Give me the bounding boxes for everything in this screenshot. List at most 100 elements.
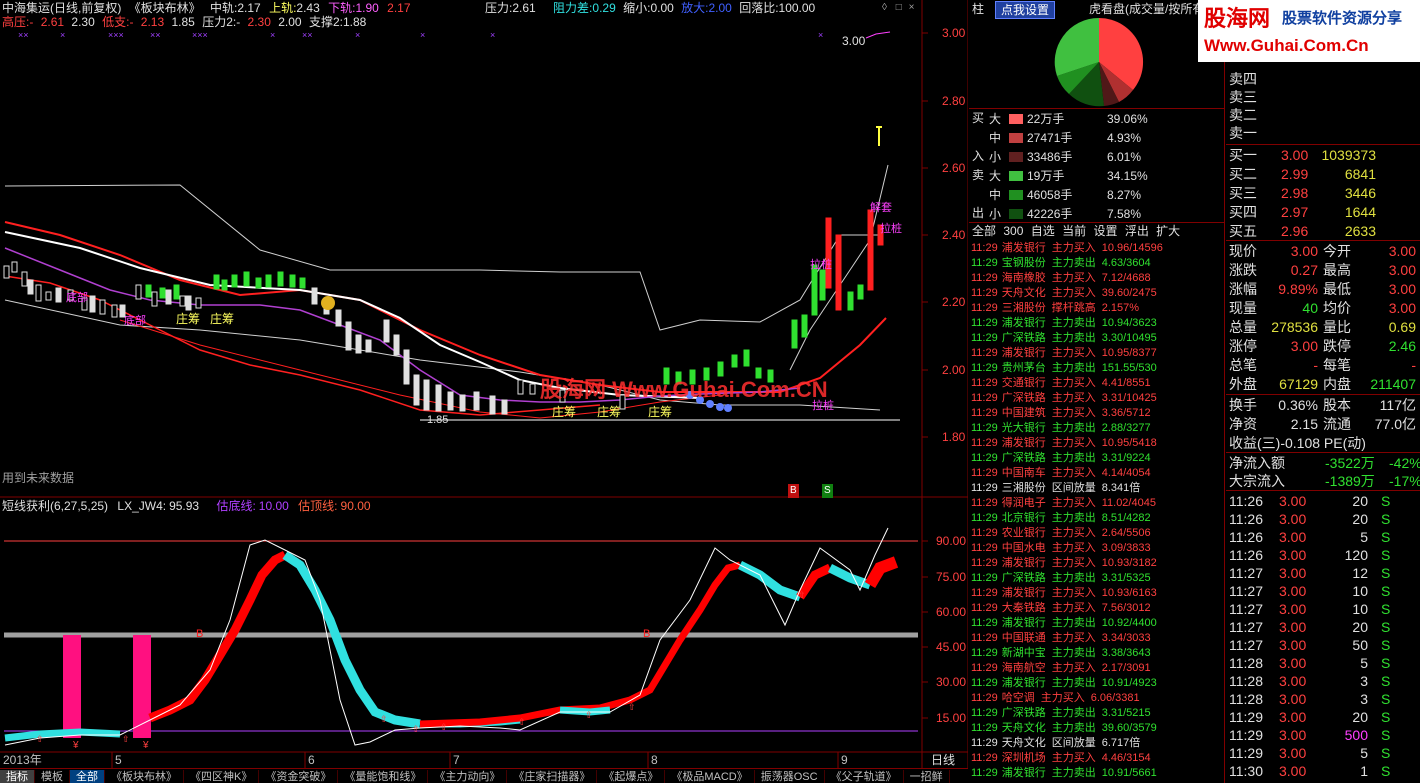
top-line-label: 估顶线: (298, 499, 338, 513)
tick-row[interactable]: 11:26 3.00 120 S (1229, 546, 1420, 564)
ticker-row[interactable]: 11:29 浦发银行 主力买入 10.93/6163 (971, 586, 1157, 600)
ticker-row[interactable]: 11:29 哈空调 主力买入 6.06/3381 (971, 691, 1140, 705)
ticker-row[interactable]: 11:29 宝钢股份 主力卖出 4.63/3604 (971, 256, 1151, 270)
close-icon[interactable]: × (909, 2, 915, 13)
filter-current[interactable]: 当前 (1062, 224, 1086, 238)
ticker-row[interactable]: 11:29 贵州茅台 主力卖出 151.55/530 (971, 361, 1157, 375)
tab-trick[interactable]: 一招鲜 (904, 770, 950, 783)
ticker-row[interactable]: 11:29 新湖中宝 主力卖出 3.38/3643 (971, 646, 1151, 660)
ticker-row[interactable]: 11:29 海南航空 主力买入 2.17/3091 (971, 661, 1151, 675)
ticker-row[interactable]: 11:29 广深铁路 主力卖出 3.31/5215 (971, 706, 1151, 720)
filter-all[interactable]: 全部 (972, 224, 996, 238)
tick-time: 11:27 (1229, 565, 1263, 581)
tick-side: S (1381, 745, 1391, 761)
tab-main-force[interactable]: 《主力动向》 (428, 770, 508, 783)
tick-row[interactable]: 11:26 3.00 20 S (1229, 510, 1420, 528)
flow-volume: 33486手 (1027, 150, 1073, 164)
stat-value: 3.00 (1388, 300, 1416, 316)
period-label[interactable]: 日线 (931, 753, 955, 767)
ticker-event: 主力卖出 (1051, 317, 1096, 329)
tick-row[interactable]: 11:26 3.00 5 S (1229, 528, 1420, 546)
ticker-row[interactable]: 11:29 三湘股份 撑杆跳高 2.157% (971, 301, 1139, 315)
tick-row[interactable]: 11:28 3.00 5 S (1229, 654, 1420, 672)
tick-row[interactable]: 11:28 3.00 3 S (1229, 672, 1420, 690)
ticker-row[interactable]: 11:29 深圳机场 主力买入 4.46/3154 (971, 751, 1151, 765)
tab-orbit[interactable]: 《父子轨道》 (825, 770, 904, 783)
minimize-icon[interactable]: ◊ (882, 2, 887, 13)
tab-indicator[interactable]: 指标 (0, 770, 35, 783)
click-setting-button[interactable]: 点我设置 (995, 1, 1056, 19)
ticker-row[interactable]: 11:29 浦发银行 主力卖出 10.94/3623 (971, 316, 1157, 330)
filter-watchlist[interactable]: 自选 (1031, 224, 1055, 238)
filter-expand[interactable]: 扩大 (1156, 224, 1180, 238)
ticker-row[interactable]: 11:29 天舟文化 主力买入 39.60/2475 (971, 286, 1157, 300)
filter-settings[interactable]: 设置 (1093, 224, 1117, 238)
tick-volume: 20 (1352, 619, 1368, 635)
stat-label: 总笔 (1229, 357, 1257, 373)
tab-ignition[interactable]: 《起爆点》 (597, 770, 666, 783)
ticker-row[interactable]: 11:29 天舟文化 主力卖出 39.60/3579 (971, 721, 1157, 735)
bottom-line-label: 估底线: (216, 499, 256, 513)
tab-dealer-scan[interactable]: 《庄家扫描器》 (507, 770, 598, 783)
tick-row[interactable]: 11:27 3.00 20 S (1229, 618, 1420, 636)
tab-macd[interactable]: 《极品MACD》 (665, 770, 755, 783)
ticker-row[interactable]: 11:29 广深铁路 主力卖出 3.31/9224 (971, 451, 1151, 465)
ticker-row[interactable]: 11:29 大秦铁路 主力买入 7.56/3012 (971, 601, 1151, 615)
bar-toggle[interactable]: 柱 (972, 2, 984, 16)
tick-row[interactable]: 11:27 3.00 10 S (1229, 582, 1420, 600)
ticker-row[interactable]: 11:29 中国南车 主力买入 4.14/4054 (971, 466, 1151, 480)
tick-row[interactable]: 11:27 3.00 50 S (1229, 636, 1420, 654)
tick-row[interactable]: 11:28 3.00 3 S (1229, 690, 1420, 708)
ticker-row[interactable]: 11:29 浦发银行 主力卖出 10.91/5661 (971, 766, 1157, 780)
ticker-row[interactable]: 11:29 浦发银行 主力卖出 10.92/4400 (971, 616, 1157, 630)
ticker-row[interactable]: 11:29 三湘股份 区间放量 8.341倍 (971, 481, 1140, 495)
stat-label: 量比 (1323, 319, 1351, 335)
ticker-row[interactable]: 11:29 广深铁路 主力卖出 3.31/5325 (971, 571, 1151, 585)
ticker-event: 主力买入 (1051, 392, 1096, 404)
tab-template[interactable]: 模板 (35, 770, 70, 783)
maximize-icon[interactable]: □ (896, 2, 902, 13)
flow-volume: 22万手 (1027, 112, 1065, 126)
ticker-row[interactable]: 11:29 中国联通 主力买入 3.34/3033 (971, 631, 1151, 645)
stat-label: 股本 (1323, 397, 1351, 413)
tab-four-zone[interactable]: 《四区神K》 (184, 770, 260, 783)
tick-row[interactable]: 11:29 3.00 500 S (1229, 726, 1420, 744)
ticker-row[interactable]: 11:29 交通银行 主力买入 4.41/8551 (971, 376, 1151, 390)
ticker-row[interactable]: 11:29 北京银行 主力卖出 8.51/4282 (971, 511, 1151, 525)
ticker-row[interactable]: 11:29 得润电子 主力买入 11.02/4045 (971, 496, 1156, 510)
tab-osc[interactable]: 振荡器OSC (755, 770, 825, 783)
ticker-row[interactable]: 11:29 浦发银行 主力买入 10.95/8377 (971, 346, 1157, 360)
tab-all[interactable]: 全部 (70, 770, 105, 783)
tab-capital-break[interactable]: 《资金突破》 (259, 770, 339, 783)
ticker-row[interactable]: 11:29 中国建筑 主力买入 3.36/5712 (971, 406, 1151, 420)
ticker-stock: 广深铁路 (1001, 707, 1046, 719)
tick-row[interactable]: 11:30 3.00 1 S (1229, 762, 1420, 780)
ticker-row[interactable]: 11:29 天舟文化 区间放量 6.717倍 (971, 736, 1140, 750)
ticker-event: 主力卖出 (1051, 677, 1096, 689)
filter-300[interactable]: 300 (1003, 224, 1023, 238)
ticker-row[interactable]: 11:29 农业银行 主力买入 2.64/5506 (971, 526, 1151, 540)
chart-area[interactable]: 中海集运(日线,前复权) 《板块布林》 中轨:2.17 上轨:2.43 下轨:1… (0, 0, 968, 783)
ticker-row[interactable]: 11:29 广深铁路 主力买入 3.31/10425 (971, 391, 1157, 405)
big-in-label: 大宗流入 (1229, 473, 1285, 489)
ticker-row[interactable]: 11:29 浦发银行 主力买入 10.95/5418 (971, 436, 1157, 450)
tick-row[interactable]: 11:27 3.00 12 S (1229, 564, 1420, 582)
tab-volume-saturation[interactable]: 《量能饱和线》 (338, 770, 429, 783)
ticker-row[interactable]: 11:29 浦发银行 主力买入 10.96/14596 (971, 241, 1163, 255)
unlock-label: 解套 (870, 202, 892, 214)
tick-row[interactable]: 11:29 3.00 20 S (1229, 708, 1420, 726)
tick-row[interactable]: 11:29 3.00 5 S (1229, 744, 1420, 762)
ticker-row[interactable]: 11:29 中国水电 主力买入 3.09/3833 (971, 541, 1151, 555)
ticker-row[interactable]: 11:29 广深铁路 主力卖出 3.30/10495 (971, 331, 1157, 345)
ticker-row[interactable]: 11:29 海南橡胶 主力买入 7.12/4688 (971, 271, 1151, 285)
filter-float[interactable]: 浮出 (1125, 224, 1149, 238)
ticker-row[interactable]: 11:29 浦发银行 主力买入 10.93/3182 (971, 556, 1157, 570)
ticker-row[interactable]: 11:29 浦发银行 主力卖出 10.91/4923 (971, 676, 1157, 690)
bid-volume: 1644 (1344, 204, 1376, 220)
tick-row[interactable]: 11:26 3.00 20 S (1229, 492, 1420, 510)
top-line-value: 90.00 (340, 499, 371, 513)
ticker-row[interactable]: 11:29 光大银行 主力卖出 2.88/3277 (971, 421, 1151, 435)
ticker-stock: 北京银行 (1001, 512, 1046, 524)
tick-row[interactable]: 11:27 3.00 10 S (1229, 600, 1420, 618)
tab-board-bollinger[interactable]: 《板块布林》 (105, 770, 184, 783)
